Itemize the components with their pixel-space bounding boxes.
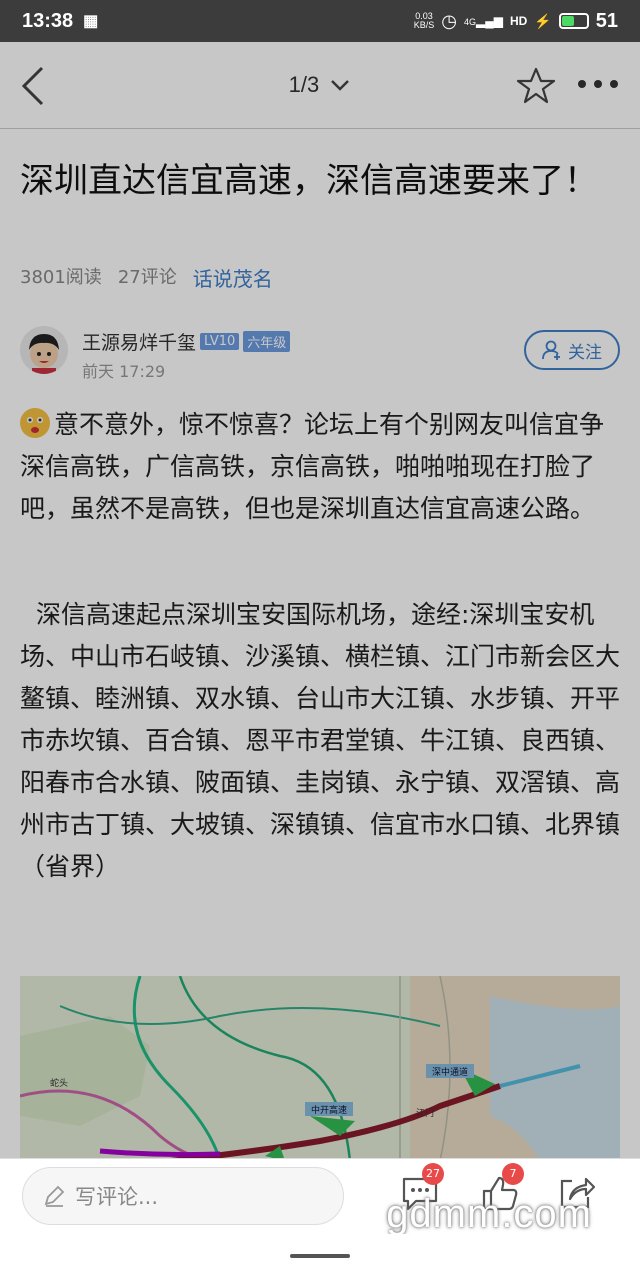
more-dot-icon: [578, 80, 586, 88]
signal-icon: 4G▂▄▆: [463, 14, 503, 28]
hd-icon: HD: [509, 14, 528, 28]
app-notification-icon: ▦: [83, 13, 99, 30]
favorite-button[interactable]: [516, 66, 556, 110]
comment-input[interactable]: 写评论...: [22, 1167, 344, 1225]
like-count-badge: 7: [502, 1163, 524, 1185]
comment-count-text: 27评论: [117, 267, 177, 288]
status-time: 13:38: [22, 9, 74, 32]
comment-count-badge: 27: [422, 1163, 444, 1185]
comment-placeholder: 写评论...: [75, 1185, 159, 1209]
grade-badge: 六年级: [243, 331, 291, 352]
surprised-emoji-icon: [20, 408, 50, 438]
body-paragraph-1-text: 意不意外，惊不惊喜？论坛上有个别网友叫信宜争深信高铁，广信高铁，京信高铁，啪啪啪…: [20, 410, 605, 523]
battery-icon: [558, 13, 589, 29]
author-name-row: 王源易烊千玺 LV10 六年级: [82, 328, 291, 355]
post-time: 前天 17:29: [82, 362, 166, 381]
route-map-image[interactable]: 深中通道 中开高速 蛇头 江门: [20, 976, 620, 1161]
network-speed-unit: KB/S: [413, 20, 435, 30]
map-label-1: 深中通道: [432, 1066, 468, 1078]
avatar[interactable]: [20, 326, 68, 374]
level-badge: LV10: [200, 333, 240, 350]
network-type: 4G: [463, 17, 476, 27]
follow-button[interactable]: 关注: [524, 330, 620, 370]
top-nav-bar: 1/3: [0, 42, 640, 129]
status-bar: 13:38 ▦ 0.03 KB/S ◷ 4G▂▄▆ HD ⚡ 51: [0, 0, 640, 42]
author-name[interactable]: 王源易烊千玺: [82, 328, 196, 355]
more-dot-icon: [594, 80, 602, 88]
add-user-icon: [542, 340, 560, 360]
system-nav-bar: [0, 1234, 640, 1280]
map-label-4: 江门: [416, 1107, 434, 1119]
map-label-3: 蛇头: [50, 1077, 68, 1089]
charging-icon: ⚡: [534, 12, 552, 29]
alarm-icon: ◷: [441, 10, 457, 31]
pencil-icon: [44, 1185, 65, 1207]
watermark: gdmm.com: [386, 1192, 592, 1236]
follow-label: 关注: [568, 342, 602, 363]
read-count: 3801阅读: [20, 267, 102, 288]
route-map-graphic: 深中通道 中开高速 蛇头 江门: [20, 976, 620, 1161]
author-row: 王源易烊千玺 LV10 六年级 前天 17:29 关注: [20, 326, 620, 381]
star-icon: [516, 67, 556, 104]
avatar-image: [29, 334, 59, 374]
more-options-button[interactable]: [578, 80, 618, 88]
article-meta: 3801阅读 27评论 话说茂名: [20, 263, 273, 292]
home-gesture-handle[interactable]: [290, 1254, 350, 1258]
chevron-down-icon: [331, 80, 350, 91]
topic-link[interactable]: 话说茂名: [193, 263, 273, 292]
map-label-2: 中开高速: [311, 1104, 347, 1116]
body-paragraph-2: 深信高速起点深圳宝安国际机场，途经:深圳宝安机场、中山市石岐镇、沙溪镇、横栏镇、…: [20, 600, 621, 881]
body-paragraph-1: 意不意外，惊不惊喜？论坛上有个别网友叫信宜争深信高铁，广信高铁，京信高铁，啪啪啪…: [20, 404, 624, 530]
page-indicator-text: 1/3: [288, 72, 320, 97]
more-dot-icon: [610, 80, 618, 88]
network-speed: 0.03 KB/S: [414, 12, 435, 30]
battery-level: 51: [595, 9, 618, 32]
article-title: 深圳直达信宜高速，深信高速要来了！: [20, 161, 598, 201]
